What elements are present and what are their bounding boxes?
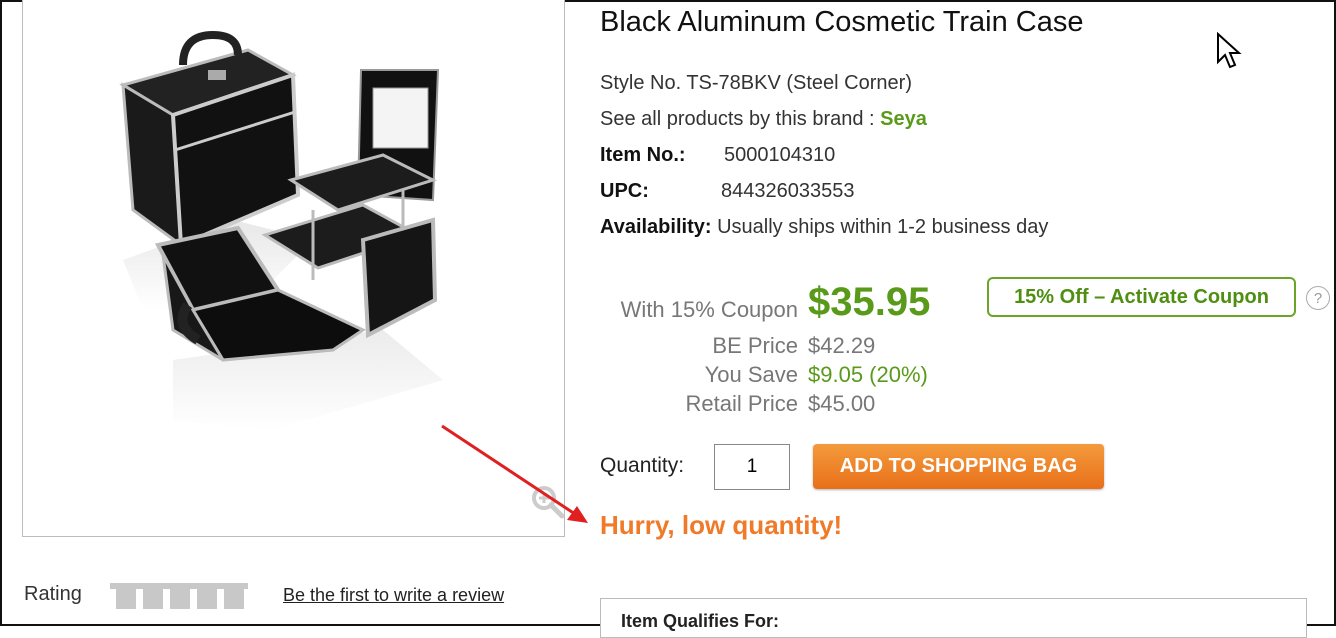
upc-value: 844326033553 <box>721 180 855 202</box>
be-price: $42.29 <box>808 333 876 358</box>
rating-label: Rating <box>24 583 82 605</box>
brand-prefix: See all products by this brand : <box>600 108 881 130</box>
upc-row: UPC: 844326033553 <box>600 180 854 203</box>
availability-value: Usually ships within 1-2 business day <box>717 216 1049 238</box>
rating-stars-icon <box>110 583 248 609</box>
help-icon[interactable]: ? <box>1306 286 1330 310</box>
product-title: Black Aluminum Cosmetic Train Case <box>600 6 1084 38</box>
be-price-label: BE Price <box>712 333 798 358</box>
coupon-price: $35.95 <box>808 280 931 324</box>
retail-price-label: Retail Price <box>685 391 798 416</box>
item-number-row: Item No.: 5000104310 <box>600 144 835 167</box>
you-save-value: $9.05 (20%) <box>808 362 928 387</box>
qualifies-panel: Item Qualifies For: <box>600 598 1307 638</box>
qualifies-title: Item Qualifies For: <box>621 611 780 631</box>
low-stock-notice: Hurry, low quantity! <box>600 510 843 540</box>
add-to-bag-button[interactable]: ADD TO SHOPPING BAG <box>813 444 1104 489</box>
item-number-label: Item No.: <box>600 144 686 166</box>
upc-label: UPC: <box>600 180 649 202</box>
retail-price: $45.00 <box>808 391 876 416</box>
style-number: Style No. TS-78BKV (Steel Corner) <box>600 72 912 94</box>
annotation-arrow <box>441 424 588 523</box>
brand-row: See all products by this brand : Seya <box>600 108 927 131</box>
mouse-cursor-icon <box>1217 32 1242 69</box>
brand-link[interactable]: Seya <box>880 108 927 130</box>
availability-row: Availability: Usually ships within 1-2 b… <box>600 216 1048 239</box>
quantity-label: Quantity: <box>600 454 685 477</box>
quantity-input[interactable] <box>714 444 790 490</box>
write-review-link[interactable]: Be the first to write a review <box>283 585 504 606</box>
availability-label: Availability: <box>600 216 712 238</box>
item-number-value: 5000104310 <box>724 144 836 166</box>
you-save-label: You Save <box>704 362 798 387</box>
coupon-price-label: With 15% Coupon <box>620 297 798 322</box>
activate-coupon-button[interactable]: 15% Off – Activate Coupon <box>987 277 1296 317</box>
